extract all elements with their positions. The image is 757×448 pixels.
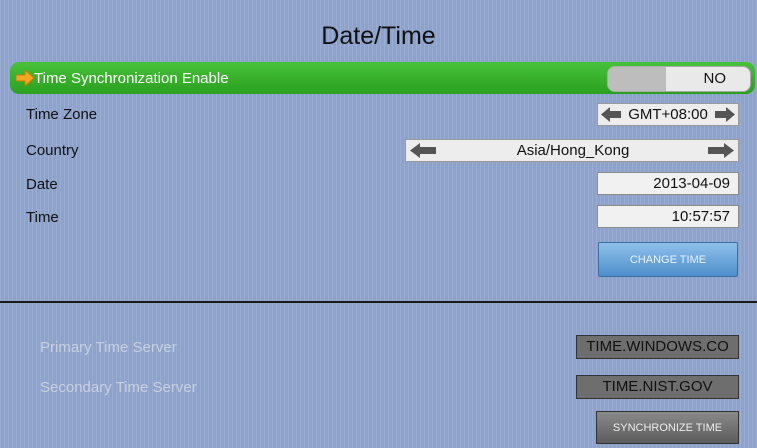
time-label: Time bbox=[26, 209, 59, 226]
time-zone-selector[interactable]: GMT+08:00 bbox=[597, 103, 739, 126]
toggle-knob bbox=[608, 67, 666, 91]
country-label: Country bbox=[26, 142, 79, 159]
time-field[interactable]: 10:57:57 bbox=[597, 205, 739, 228]
secondary-server-field[interactable]: TIME.NIST.GOV bbox=[576, 375, 739, 399]
country-selector[interactable]: Asia/Hong_Kong bbox=[405, 139, 739, 162]
date-field[interactable]: 2013-04-09 bbox=[597, 172, 739, 195]
arrow-right-icon[interactable] bbox=[715, 107, 735, 122]
change-time-button[interactable]: CHANGE TIME bbox=[598, 242, 738, 277]
time-zone-label: Time Zone bbox=[26, 106, 98, 123]
country-value: Asia/Hong_Kong bbox=[516, 142, 630, 159]
time-sync-toggle[interactable]: NO bbox=[607, 66, 751, 92]
secondary-server-label: Secondary Time Server bbox=[40, 379, 197, 396]
arrow-left-icon[interactable] bbox=[410, 143, 436, 158]
primary-server-label: Primary Time Server bbox=[40, 339, 177, 356]
arrow-right-icon[interactable] bbox=[708, 143, 734, 158]
date-label: Date bbox=[26, 176, 58, 193]
synchronize-time-button[interactable]: SYNCHRONIZE TIME bbox=[596, 411, 739, 444]
section-divider bbox=[0, 301, 757, 303]
primary-server-field[interactable]: TIME.WINDOWS.CO bbox=[576, 335, 739, 359]
time-zone-value: GMT+08:00 bbox=[628, 106, 708, 123]
time-sync-label: Time Synchronization Enable bbox=[34, 70, 229, 87]
arrow-right-icon bbox=[16, 70, 34, 86]
page-title: Date/Time bbox=[321, 22, 436, 50]
arrow-left-icon[interactable] bbox=[601, 107, 621, 122]
time-sync-row[interactable]: Time Synchronization Enable NO bbox=[10, 62, 755, 94]
toggle-value: NO bbox=[703, 70, 727, 87]
